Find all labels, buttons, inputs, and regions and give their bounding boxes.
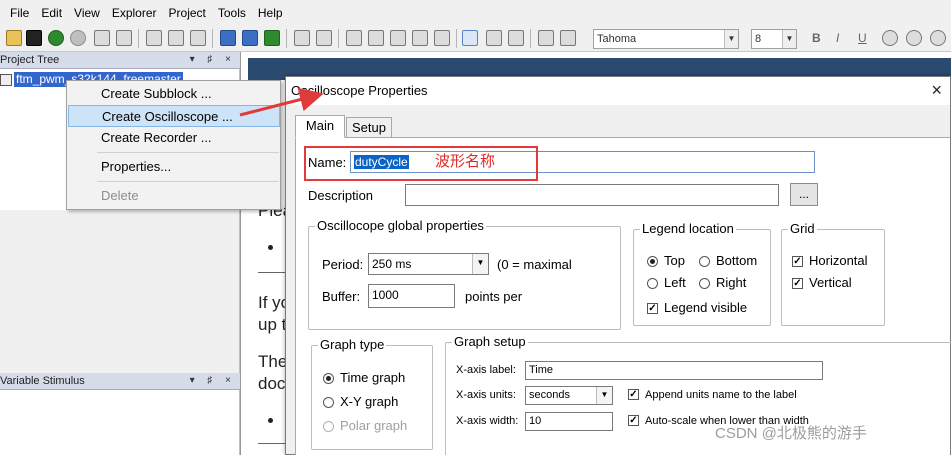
annotation-arrow — [239, 87, 324, 117]
tab-main[interactable]: Main — [295, 115, 345, 138]
arrow-line — [239, 87, 324, 117]
watermark: CSDN @北极熊的游手 — [715, 425, 867, 442]
